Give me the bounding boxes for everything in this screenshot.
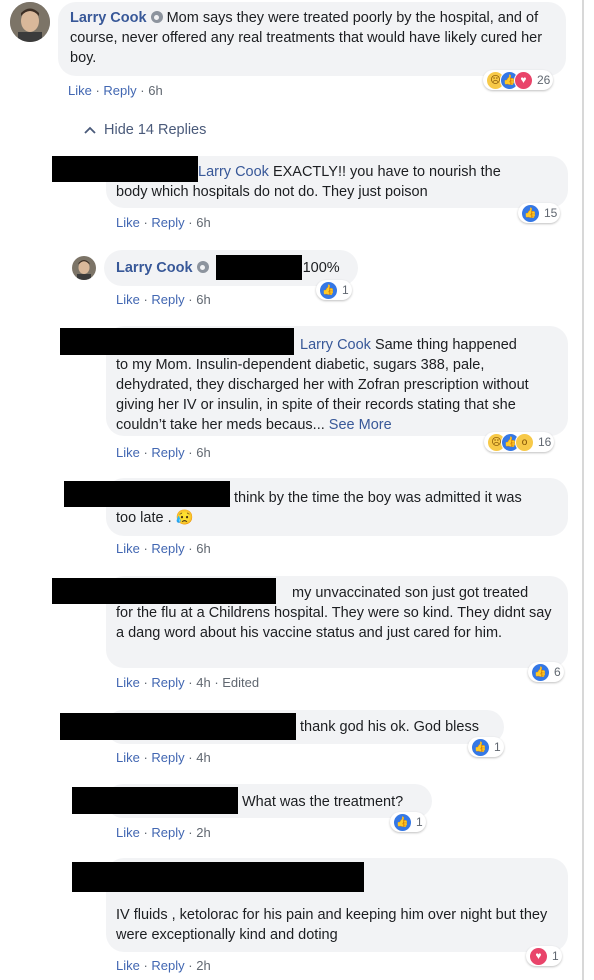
timestamp[interactable]: 4h — [196, 750, 210, 765]
reply-text: too late . — [116, 510, 172, 526]
avatar[interactable] — [72, 256, 96, 280]
like-link[interactable]: Like — [116, 958, 140, 973]
reply-link[interactable]: Reply — [151, 445, 184, 460]
timestamp[interactable]: 6h — [196, 215, 210, 230]
heart-icon: ♥ — [529, 946, 548, 966]
redacted-name — [52, 578, 276, 604]
thumbs-up-icon: 👍 — [319, 280, 338, 300]
timestamp[interactable]: 6h — [148, 83, 162, 98]
like-link[interactable]: Like — [116, 675, 140, 690]
reaction-count: 16 — [538, 435, 552, 449]
reply-text: for the flu at a Childrens hospital. The… — [116, 605, 552, 641]
reaction-count: 1 — [416, 815, 423, 829]
comment-bubble: Larry Cook Mom says they were treated poo… — [58, 2, 566, 76]
timestamp[interactable]: 6h — [196, 541, 210, 556]
reply-link[interactable]: Reply — [151, 825, 184, 840]
hide-replies-label: Hide 14 Replies — [104, 122, 207, 138]
mention-link[interactable]: Larry Cook — [198, 164, 269, 180]
thumbs-up-icon: 👍 — [471, 737, 490, 757]
reaction-count: 26 — [537, 73, 551, 87]
reaction-count: 1 — [552, 949, 559, 963]
like-link[interactable]: Like — [116, 750, 140, 765]
reaction-count: 6 — [554, 665, 561, 679]
redacted-name — [52, 156, 198, 182]
heart-icon: ♥ — [514, 70, 533, 90]
reply-text: 100% — [302, 260, 340, 276]
thumbs-up-icon: 👍 — [393, 812, 412, 832]
redacted-name — [216, 255, 302, 280]
reply-link[interactable]: Reply — [151, 750, 184, 765]
page-divider — [582, 0, 584, 980]
mention-link[interactable]: Larry Cook — [300, 337, 371, 353]
comment-text-block: Larry Cook Mom says they were treated poo… — [58, 2, 566, 68]
reaction-summary[interactable]: 👍 1 — [390, 812, 426, 832]
reaction-summary[interactable]: 👍 1 — [468, 737, 504, 757]
comment-actions: Like · Reply · 2h — [116, 958, 211, 973]
like-link[interactable]: Like — [116, 541, 140, 556]
reply-link[interactable]: Reply — [151, 541, 184, 556]
comment-actions: Like · Reply · 6h — [68, 83, 163, 98]
reaction-summary[interactable]: 👍 6 — [528, 662, 564, 682]
thumbs-up-icon: 👍 — [521, 203, 540, 223]
like-link[interactable]: Like — [116, 215, 140, 230]
redacted-name — [72, 787, 238, 814]
thumbs-up-icon: 👍 — [531, 662, 550, 682]
comment-author[interactable]: Larry Cook — [70, 10, 147, 26]
avatar-photo-icon — [10, 2, 50, 42]
like-link[interactable]: Like — [116, 825, 140, 840]
avatar[interactable] — [10, 2, 50, 42]
like-link[interactable]: Like — [116, 445, 140, 460]
wow-face-icon: o — [515, 432, 534, 452]
comment-actions: Like · Reply · 6h — [116, 541, 211, 556]
hide-replies-toggle[interactable]: Hide 14 Replies — [84, 122, 206, 138]
reply-text: Same thing happened — [370, 337, 517, 353]
timestamp[interactable]: 2h — [196, 958, 210, 973]
reaction-summary[interactable]: ☹ 👍 o 16 — [484, 432, 555, 452]
like-link[interactable]: Like — [116, 292, 140, 307]
reaction-summary[interactable]: ♥ 1 — [526, 946, 562, 966]
comment-actions: Like · Reply · 4h — [116, 750, 211, 765]
reaction-summary[interactable]: ☹ 👍 ♥ 26 — [483, 70, 554, 90]
verified-badge-icon — [196, 261, 209, 273]
reaction-count: 1 — [494, 740, 501, 754]
comment-actions: Like · Reply · 4h · Edited — [116, 675, 260, 690]
timestamp[interactable]: 2h — [196, 825, 210, 840]
reply-text: EXACTLY!! you have to nourish the — [268, 164, 501, 180]
reaction-count: 1 — [342, 283, 349, 297]
comment-actions: Like · Reply · 6h — [116, 292, 211, 307]
reply-text: to my Mom. Insulin-dependent diabetic, s… — [116, 357, 529, 433]
timestamp[interactable]: 6h — [196, 445, 210, 460]
verified-badge-icon — [150, 11, 163, 23]
timestamp[interactable]: 4h — [196, 675, 210, 690]
reaction-summary[interactable]: 👍 15 — [518, 203, 561, 223]
edited-label[interactable]: Edited — [222, 675, 259, 690]
like-link[interactable]: Like — [68, 83, 92, 98]
comment-actions: Like · Reply · 6h — [116, 445, 211, 460]
comment-actions: Like · Reply · 6h — [116, 215, 211, 230]
reaction-summary[interactable]: 👍 1 — [316, 280, 352, 300]
avatar-photo-icon — [72, 256, 96, 280]
reaction-count: 15 — [544, 206, 558, 220]
reply-link[interactable]: Reply — [151, 292, 184, 307]
redacted-name — [64, 481, 230, 507]
redacted-name — [72, 862, 364, 892]
reply-text: body which hospitals do not do. They jus… — [116, 184, 428, 200]
timestamp[interactable]: 6h — [196, 292, 210, 307]
sad-emoji-icon: 😥 — [175, 510, 194, 526]
comment-actions: Like · Reply · 2h — [116, 825, 211, 840]
reply-link[interactable]: Reply — [103, 83, 136, 98]
see-more-link[interactable]: See More — [329, 417, 392, 433]
reply-link[interactable]: Reply — [151, 675, 184, 690]
reply-author[interactable]: Larry Cook — [116, 260, 193, 276]
redacted-name — [60, 713, 296, 740]
reply-link[interactable]: Reply — [151, 958, 184, 973]
reply-link[interactable]: Reply — [151, 215, 184, 230]
redacted-name — [60, 328, 294, 355]
chevron-up-icon — [84, 126, 96, 134]
